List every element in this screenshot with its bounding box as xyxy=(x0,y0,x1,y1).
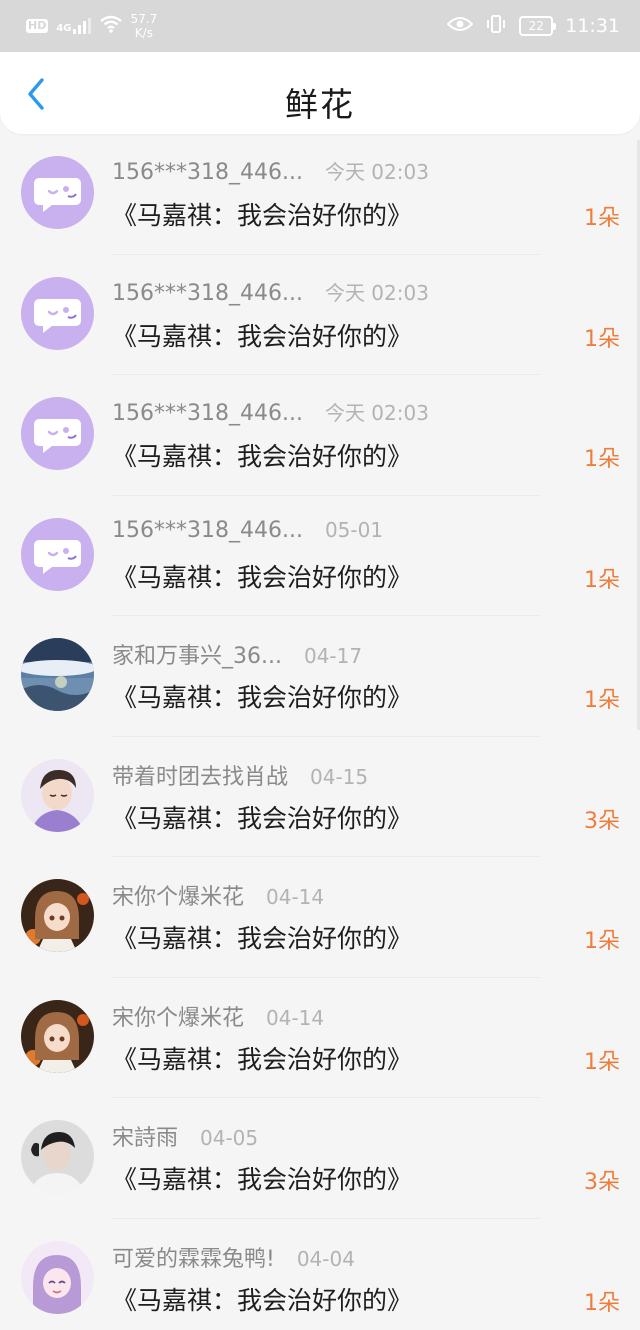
battery-icon: 22 xyxy=(519,16,557,36)
status-bar: HD 4G 57.7 K/s 22 11:31 xyxy=(0,0,640,52)
avatar[interactable] xyxy=(21,276,94,350)
gift-meta: 宋你个爆米花 04-14 xyxy=(112,1000,324,1032)
avatar[interactable] xyxy=(21,517,94,591)
gift-time: 04-14 xyxy=(266,885,325,909)
list-item[interactable]: 156***318_446... 05-01 《马嘉祺：我会治好你的》 1朵 xyxy=(0,496,640,616)
gift-time: 今天 02:03 xyxy=(324,401,429,425)
gift-meta: 宋詩雨 04-05 xyxy=(112,1120,258,1152)
avatar[interactable] xyxy=(21,156,94,229)
gift-time: 今天 02:03 xyxy=(324,280,429,305)
eye-icon xyxy=(446,16,474,36)
user-name[interactable]: 家和万事兴_36... xyxy=(112,638,282,670)
gift-meta: 156***318_446... 今天 02:03 xyxy=(112,156,429,185)
user-name[interactable]: 宋你个爆米花 xyxy=(112,1000,244,1032)
gift-meta: 带着时团去找肖战 04-15 xyxy=(112,759,368,791)
avatar[interactable] xyxy=(21,999,94,1073)
flower-count: 3朵 xyxy=(584,1170,620,1195)
gift-meta: 156***318_446... 05-01 xyxy=(112,518,383,543)
vibrate-icon xyxy=(485,14,507,38)
gift-meta: 家和万事兴_36... 04-17 xyxy=(112,638,362,670)
list-item[interactable]: 156***318_446... 今天 02:03 《马嘉祺：我会治好你的》 1朵 xyxy=(0,255,640,375)
book-title[interactable]: 《马嘉祺：我会治好你的》 xyxy=(112,317,412,353)
book-title[interactable]: 《马嘉祺：我会治好你的》 xyxy=(112,1040,412,1076)
flower-count: 3朵 xyxy=(584,808,620,834)
avatar[interactable] xyxy=(21,638,94,711)
user-name[interactable]: 156***318_446... xyxy=(112,518,303,543)
flower-count: 1朵 xyxy=(584,1049,620,1075)
avatar[interactable] xyxy=(21,1240,94,1314)
list-item[interactable]: 家和万事兴_36... 04-17 《马嘉祺：我会治好你的》 1朵 xyxy=(0,616,640,737)
flower-gift-list: 156***318_446... 今天 02:03 《马嘉祺：我会治好你的》 1朵 15… xyxy=(0,134,640,1330)
flower-count: 1朵 xyxy=(584,206,620,231)
list-item[interactable]: 156***318_446... 今天 02:03 《马嘉祺：我会治好你的》 1朵 xyxy=(0,134,640,255)
gift-time: 04-17 xyxy=(303,644,363,668)
flower-count: 1朵 xyxy=(584,326,620,352)
list-item[interactable]: 156***318_446... 今天 02:03 《马嘉祺：我会治好你的》 1朵 xyxy=(0,375,640,496)
book-title[interactable]: 《马嘉祺：我会治好你的》 xyxy=(112,558,412,594)
page-title: 鲜花 xyxy=(285,85,355,124)
list-item[interactable]: 带着时团去找肖战 04-15 《马嘉祺：我会治好你的》 3朵 xyxy=(0,737,640,857)
flower-count: 1朵 xyxy=(584,447,620,472)
user-name[interactable]: 带着时团去找肖战 xyxy=(112,759,288,791)
gift-meta: 宋你个爆米花 04-14 xyxy=(112,879,324,911)
flower-count: 1朵 xyxy=(584,567,620,593)
user-name[interactable]: 可爱的霖霖兔鸭! xyxy=(112,1241,275,1273)
user-name[interactable]: 宋你个爆米花 xyxy=(112,879,244,911)
avatar[interactable] xyxy=(21,879,94,952)
book-title[interactable]: 《马嘉祺：我会治好你的》 xyxy=(112,678,412,714)
cellular-signal-icon: 4G xyxy=(56,18,91,34)
user-name[interactable]: 156***318_446... xyxy=(112,401,303,426)
clock: 11:31 xyxy=(565,15,620,37)
book-title[interactable]: 《马嘉祺：我会治好你的》 xyxy=(112,437,412,473)
gift-time: 04-04 xyxy=(296,1246,355,1271)
avatar[interactable] xyxy=(21,397,94,470)
gift-meta: 可爱的霖霖兔鸭! 04-04 xyxy=(112,1241,355,1273)
gift-meta: 156***318_446... 今天 02:03 xyxy=(112,277,429,306)
book-title[interactable]: 《马嘉祺：我会治好你的》 xyxy=(112,799,412,835)
user-name[interactable]: 宋詩雨 xyxy=(112,1120,178,1152)
user-name[interactable]: 156***318_446... xyxy=(112,281,303,306)
network-type: 4G xyxy=(56,23,72,34)
gift-time: 今天 02:03 xyxy=(324,160,429,184)
book-title[interactable]: 《马嘉祺：我会治好你的》 xyxy=(112,1160,412,1196)
book-title[interactable]: 《马嘉祺：我会治好你的》 xyxy=(112,1281,412,1317)
flower-count: 1朵 xyxy=(584,1290,620,1316)
list-item[interactable]: 宋你个爆米花 04-14 《马嘉祺：我会治好你的》 1朵 xyxy=(0,978,640,1098)
gift-time: 04-15 xyxy=(310,764,369,789)
wifi-icon xyxy=(99,15,123,37)
gift-time: 05-01 xyxy=(324,517,384,542)
list-item[interactable]: 可爱的霖霖兔鸭! 04-04 《马嘉祺：我会治好你的》 1朵 xyxy=(0,1219,640,1330)
gift-time: 04-05 xyxy=(200,1126,259,1150)
list-item[interactable]: 宋詩雨 04-05 《马嘉祺：我会治好你的》 3朵 xyxy=(0,1098,640,1219)
gift-time: 04-14 xyxy=(266,1005,325,1030)
list-item[interactable]: 宋你个爆米花 04-14 《马嘉祺：我会治好你的》 1朵 xyxy=(0,857,640,978)
avatar[interactable] xyxy=(21,758,94,832)
user-name[interactable]: 156***318_446... xyxy=(112,160,303,185)
avatar[interactable] xyxy=(21,1120,94,1193)
network-speed: 57.7 K/s xyxy=(130,12,158,40)
book-title[interactable]: 《马嘉祺：我会治好你的》 xyxy=(112,919,412,955)
hd-badge: HD xyxy=(26,19,49,33)
book-title[interactable]: 《马嘉祺：我会治好你的》 xyxy=(112,196,412,232)
flower-count: 1朵 xyxy=(584,688,620,713)
gift-meta: 156***318_446... 今天 02:03 xyxy=(112,397,429,426)
flower-count: 1朵 xyxy=(584,929,620,954)
navigation-header: 鲜花 xyxy=(0,52,640,134)
